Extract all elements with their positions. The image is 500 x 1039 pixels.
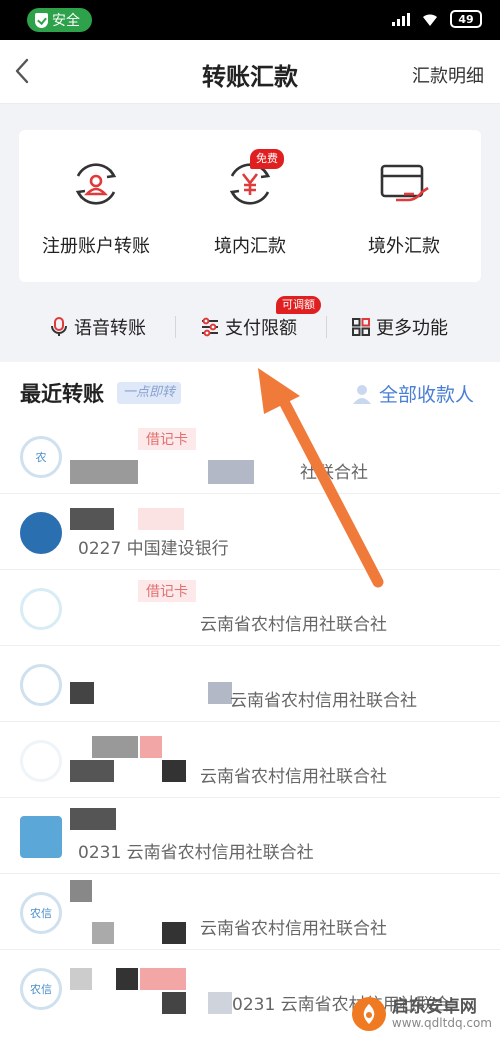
status-bar: 安全 49 [0,0,500,40]
bank-name: 社联合社 [300,463,368,483]
blurred-account-number [208,682,232,704]
list-item[interactable]: 借记卡 云南省农村信用社联合社 [0,570,500,646]
watermark: 启东安卓网 www.qdltdq.com [351,997,492,1031]
feature-card: 注册账户转账 境内汇款 境外汇款 [19,130,481,282]
blurred-payee-name [70,880,92,902]
all-payees-label: 全部收款人 [378,384,474,406]
feature-registered-transfer[interactable]: 注册账户转账 [19,130,173,282]
blurred-payee-name [70,968,92,990]
blurred-account-number [208,992,232,1014]
bank-logo-icon [20,740,62,782]
signal-icon [392,12,410,26]
list-item[interactable]: 0227 中国建设银行 [0,494,500,570]
remittance-details-link[interactable]: 汇款明细 [412,62,484,88]
status-indicators: 49 [392,10,482,28]
blurred-tag [140,736,162,758]
list-item[interactable]: 云南省农村信用社联合社 [0,722,500,798]
wifi-icon [423,14,437,26]
payment-limit-button[interactable]: 支付限额 [201,314,297,340]
watermark-url: www.qdltdq.com [391,1015,492,1030]
all-payees-link[interactable]: 全部收款人 [351,380,474,407]
blurred-account-number [70,760,114,782]
bank-logo-icon: 农信 [20,892,62,934]
safe-badge[interactable]: 安全 [27,8,92,32]
account-transfer-icon [75,163,117,205]
blurred-account-number [162,992,186,1014]
blurred-account-number [162,922,186,944]
card-type-tag: 借记卡 [138,428,196,450]
safe-label: 安全 [52,13,80,29]
blurred-payee-name [70,508,114,530]
bank-name: 云南省农村信用社联合社 [200,615,387,635]
bank-name: 云南省农村信用社联合社 [200,767,387,787]
blurred-account-number [162,760,186,782]
recent-title: 最近转账 [20,382,104,406]
card-hand-icon [380,164,429,202]
divider [175,316,176,338]
voice-transfer-button[interactable]: 语音转账 [50,314,146,340]
bank-name: 云南省农村信用社联合社 [230,691,417,711]
watermark-title: 启东安卓网 [391,997,477,1018]
voice-transfer-label: 语音转账 [74,318,146,339]
recent-transfers-header: 最近转账 一点即转 全部收款人 [0,362,500,418]
feature-label: 境内汇款 [214,236,286,257]
microphone-icon [51,317,67,336]
blurred-account-number [92,922,114,944]
free-badge: 免费 [250,149,284,169]
bank-logo-icon: 农信 [20,968,62,1010]
battery-icon: 49 [450,10,482,28]
list-item[interactable]: 农 借记卡 社联合社 [0,418,500,494]
payment-limit-label: 支付限额 [225,318,297,339]
list-item[interactable]: 0231 云南省农村信用社联合社 [0,798,500,874]
watermark-logo-icon [351,997,386,1031]
feature-domestic-remit[interactable]: 境内汇款 [173,130,327,282]
quick-actions: 语音转账 支付限额 更多功能 [0,300,500,354]
blurred-account-number [208,460,254,484]
more-functions-label: 更多功能 [376,318,448,339]
adjustable-badge: 可调额 [276,296,321,314]
feature-overseas-remit[interactable]: 境外汇款 [327,130,481,282]
person-icon [352,384,371,404]
blurred-payee-name [92,736,138,758]
card-type-tag: 借记卡 [138,580,196,602]
bank-name: 0227 中国建设银行 [78,539,229,559]
bank-logo-icon: 农 [20,436,62,478]
shield-icon [35,12,48,28]
sliders-icon [202,317,218,337]
bank-logo-icon [20,816,62,858]
list-item[interactable]: 农信 云南省农村信用社联合社 [0,874,500,950]
grid-icon [352,318,370,336]
blurred-tag [140,968,186,990]
blurred-payee-name [70,808,116,830]
list-item[interactable]: 云南省农村信用社联合社 [0,646,500,722]
instant-transfer-badge: 一点即转 [117,382,182,404]
more-functions-button[interactable]: 更多功能 [352,314,448,340]
blurred-tag [138,508,184,530]
bank-name: 0231 云南省农村信用社联合社 [78,843,314,863]
feature-label: 注册账户转账 [42,236,150,257]
feature-label: 境外汇款 [368,236,440,257]
blurred-payee-name [116,968,138,990]
bank-name: 云南省农村信用社联合社 [200,919,387,939]
nav-bar: 转账汇款 汇款明细 [0,40,500,104]
bank-logo-icon [20,512,62,554]
blurred-account-number [70,682,94,704]
bank-logo-icon [20,588,62,630]
battery-level: 49 [458,12,474,26]
blurred-account-number [70,460,138,484]
bank-logo-icon [20,664,62,706]
divider [326,316,327,338]
